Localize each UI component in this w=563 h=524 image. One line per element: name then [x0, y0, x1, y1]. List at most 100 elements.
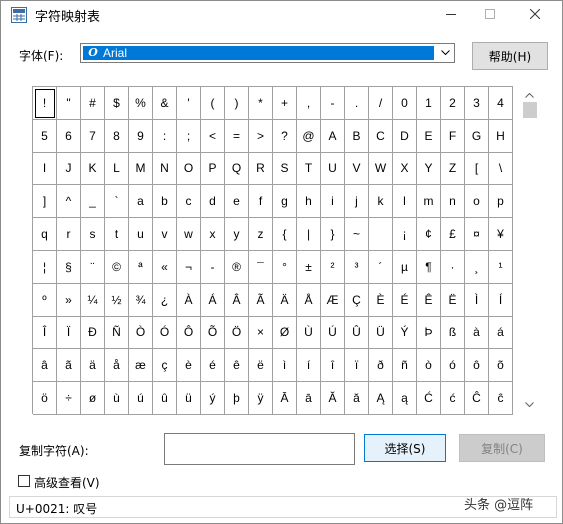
- char-cell[interactable]: ª: [129, 250, 153, 284]
- char-cell[interactable]: ·: [441, 250, 465, 284]
- char-cell[interactable]: K: [81, 152, 105, 186]
- char-cell[interactable]: 6: [57, 119, 81, 153]
- char-cell[interactable]: 5: [33, 119, 57, 153]
- char-cell[interactable]: Ì: [465, 283, 489, 317]
- char-cell[interactable]: Ý: [393, 316, 417, 350]
- char-cell[interactable]: ': [177, 87, 201, 120]
- maximize-button[interactable]: [470, 1, 510, 27]
- char-cell[interactable]: ç: [153, 349, 177, 383]
- char-cell[interactable]: :: [153, 119, 177, 153]
- char-cell[interactable]: Å: [297, 283, 321, 317]
- char-cell[interactable]: ±: [297, 250, 321, 284]
- char-cell[interactable]: á: [489, 316, 513, 350]
- copy-button[interactable]: 复制(C): [459, 434, 545, 462]
- char-cell[interactable]: x: [201, 218, 225, 251]
- char-cell[interactable]: è: [177, 349, 201, 383]
- char-cell[interactable]: Ï: [57, 316, 81, 350]
- char-cell[interactable]: v: [153, 218, 177, 251]
- char-cell[interactable]: P: [201, 152, 225, 186]
- char-cell[interactable]: G: [465, 119, 489, 153]
- char-cell[interactable]: N: [153, 152, 177, 186]
- char-cell[interactable]: ć: [441, 382, 465, 415]
- char-cell[interactable]: ¥: [489, 218, 513, 251]
- char-cell[interactable]: ¹: [489, 250, 513, 284]
- char-cell[interactable]: D: [393, 119, 417, 153]
- char-cell[interactable]: 7: [81, 119, 105, 153]
- char-cell[interactable]: e: [225, 185, 249, 219]
- char-cell[interactable]: -: [321, 87, 345, 120]
- char-cell[interactable]: Í: [489, 283, 513, 317]
- char-cell[interactable]: _: [81, 185, 105, 219]
- char-cell[interactable]: ú: [129, 382, 153, 415]
- char-cell[interactable]: q: [33, 218, 57, 251]
- char-cell[interactable]: &: [153, 87, 177, 120]
- char-cell[interactable]: þ: [225, 382, 249, 415]
- font-dropdown-button[interactable]: [437, 45, 453, 61]
- char-cell[interactable]: M: [129, 152, 153, 186]
- char-cell[interactable]: ¡: [393, 218, 417, 251]
- char-cell[interactable]: ā: [297, 382, 321, 415]
- char-cell[interactable]: |: [297, 218, 321, 251]
- char-cell[interactable]: Ù: [297, 316, 321, 350]
- char-cell[interactable]: å: [105, 349, 129, 383]
- char-cell[interactable]: O: [177, 152, 201, 186]
- char-cell[interactable]: A: [321, 119, 345, 153]
- char-cell[interactable]: Î: [33, 316, 57, 350]
- char-cell[interactable]: ß: [441, 316, 465, 350]
- char-cell[interactable]: \: [489, 152, 513, 186]
- char-cell[interactable]: Ñ: [105, 316, 129, 350]
- char-cell[interactable]: T: [297, 152, 321, 186]
- char-cell[interactable]: ý: [201, 382, 225, 415]
- char-cell[interactable]: Á: [201, 283, 225, 317]
- char-cell[interactable]: º: [33, 283, 57, 317]
- char-cell[interactable]: @: [297, 119, 321, 153]
- char-cell[interactable]: Ó: [153, 316, 177, 350]
- char-cell[interactable]: ): [225, 87, 249, 120]
- char-cell[interactable]: -: [201, 250, 225, 284]
- char-cell[interactable]: Æ: [321, 283, 345, 317]
- help-button[interactable]: 帮助(H): [472, 42, 548, 70]
- char-cell[interactable]: g: [273, 185, 297, 219]
- copy-chars-input[interactable]: [164, 433, 355, 465]
- char-cell[interactable]: I: [33, 152, 57, 186]
- char-cell[interactable]: ö: [33, 382, 57, 415]
- char-cell[interactable]: i: [321, 185, 345, 219]
- char-cell[interactable]: ½: [105, 283, 129, 317]
- char-cell[interactable]: [369, 218, 393, 251]
- select-button[interactable]: 选择(S): [364, 434, 446, 462]
- char-cell[interactable]: æ: [129, 349, 153, 383]
- char-cell[interactable]: 3: [465, 87, 489, 120]
- char-cell[interactable]: u: [129, 218, 153, 251]
- char-cell[interactable]: [: [465, 152, 489, 186]
- char-cell[interactable]: Ć: [417, 382, 441, 415]
- char-cell[interactable]: ï: [345, 349, 369, 383]
- char-cell[interactable]: ©: [105, 250, 129, 284]
- char-cell[interactable]: ù: [105, 382, 129, 415]
- char-cell[interactable]: 9: [129, 119, 153, 153]
- char-cell[interactable]: Þ: [417, 316, 441, 350]
- char-cell[interactable]: 4: [489, 87, 513, 120]
- char-cell[interactable]: j: [345, 185, 369, 219]
- char-cell[interactable]: é: [201, 349, 225, 383]
- char-cell[interactable]: (: [201, 87, 225, 120]
- char-cell[interactable]: L: [105, 152, 129, 186]
- char-cell[interactable]: +: [273, 87, 297, 120]
- char-cell[interactable]: Ă: [321, 382, 345, 415]
- char-cell[interactable]: ,: [297, 87, 321, 120]
- char-cell[interactable]: p: [489, 185, 513, 219]
- char-cell[interactable]: c: [177, 185, 201, 219]
- char-cell[interactable]: ": [57, 87, 81, 120]
- char-cell[interactable]: ð: [369, 349, 393, 383]
- char-cell[interactable]: J: [57, 152, 81, 186]
- char-cell[interactable]: ë: [249, 349, 273, 383]
- char-cell[interactable]: E: [417, 119, 441, 153]
- char-cell[interactable]: ã: [57, 349, 81, 383]
- char-cell[interactable]: ²: [321, 250, 345, 284]
- char-cell[interactable]: U: [321, 152, 345, 186]
- char-cell[interactable]: ;: [177, 119, 201, 153]
- char-cell[interactable]: Ą: [369, 382, 393, 415]
- char-cell[interactable]: ì: [273, 349, 297, 383]
- char-cell[interactable]: 1: [417, 87, 441, 120]
- char-cell[interactable]: Ë: [441, 283, 465, 317]
- char-cell[interactable]: ¸: [465, 250, 489, 284]
